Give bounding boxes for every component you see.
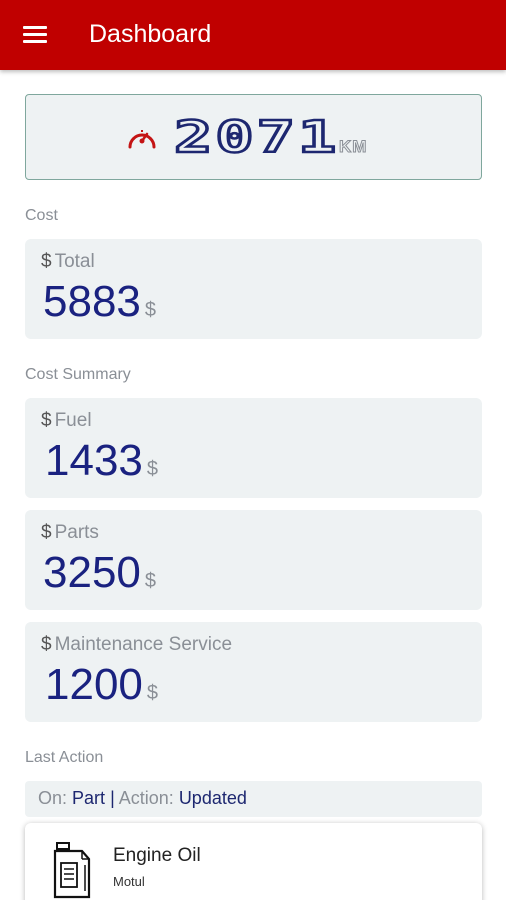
last-action-label: Last Action <box>25 749 104 766</box>
maintenance-cost-card: $ Maintenance Service 1200 $ <box>25 622 482 722</box>
total-cost-card: $ Total 5883 $ <box>25 239 482 339</box>
card-label: Parts <box>54 522 99 543</box>
parts-cost-value: 3250 <box>43 548 141 597</box>
action-label: Action: <box>118 788 174 808</box>
card-label: Fuel <box>54 410 92 431</box>
currency-unit: $ <box>144 570 157 592</box>
last-action-bar: On: Part | Action: Updated <box>25 781 482 817</box>
dollar-icon: $ <box>41 251 52 272</box>
part-name: Engine Oil <box>113 845 201 866</box>
cost-summary-label: Cost Summary <box>25 366 131 383</box>
total-cost-value: 5883 <box>43 277 141 326</box>
last-part-card[interactable]: Engine Oil Motul <box>25 823 482 900</box>
on-value: Part <box>72 788 106 808</box>
on-label: On: <box>38 788 68 808</box>
fuel-cost-card: $ Fuel 1433 $ <box>25 398 482 498</box>
odometer-value: 2071 <box>172 111 340 164</box>
currency-unit: $ <box>146 682 159 704</box>
dollar-icon: $ <box>41 634 52 655</box>
speedometer-icon <box>128 130 156 149</box>
hamburger-menu-icon[interactable] <box>23 26 47 44</box>
currency-unit: $ <box>144 299 157 321</box>
cost-section-label: Cost <box>25 207 58 224</box>
maintenance-cost-value: 1200 <box>45 660 143 709</box>
dollar-icon: $ <box>41 410 52 431</box>
currency-unit: $ <box>146 458 159 480</box>
card-label: Total <box>54 251 95 272</box>
part-brand: Motul <box>113 874 145 889</box>
fuel-cost-value: 1433 <box>45 436 143 485</box>
page-title: Dashboard <box>89 20 212 48</box>
odometer-card: 2071 KM <box>25 94 482 180</box>
action-value: Updated <box>178 788 247 808</box>
dollar-icon: $ <box>41 522 52 543</box>
oil-container-icon <box>53 842 91 899</box>
parts-cost-card: $ Parts 3250 $ <box>25 510 482 610</box>
card-label: Maintenance Service <box>54 634 233 655</box>
odometer-unit: KM <box>338 137 368 157</box>
separator: | <box>110 788 115 808</box>
app-bar: Dashboard <box>0 0 506 70</box>
